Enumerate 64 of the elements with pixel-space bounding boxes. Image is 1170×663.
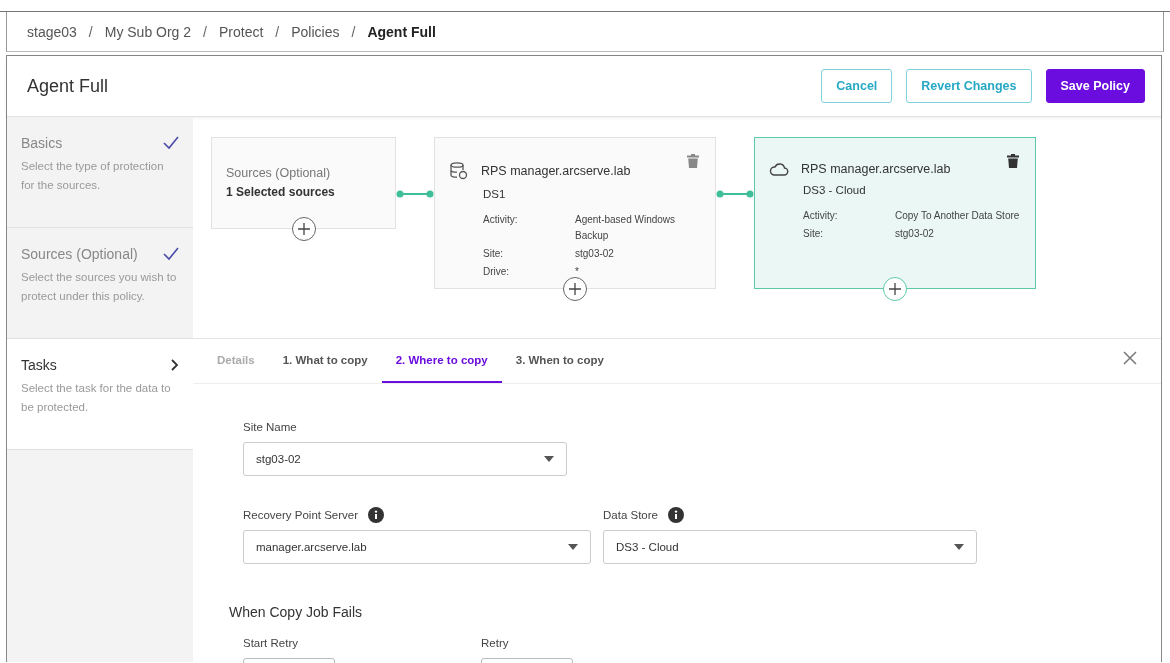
- detail-label: Site:: [803, 227, 824, 241]
- breadcrumb-item[interactable]: Policies: [291, 23, 340, 40]
- step-title: Tasks: [21, 357, 57, 373]
- cloud-icon: [769, 162, 789, 176]
- card-subtitle: 1 Selected sources: [226, 185, 336, 199]
- detail-value: *: [575, 265, 580, 279]
- plus-icon: [569, 283, 581, 295]
- data-store-dropdown[interactable]: DS3 - Cloud: [603, 530, 977, 564]
- field-label: Data Store: [603, 509, 658, 521]
- plus-icon: [889, 283, 901, 295]
- tab[interactable]: 1. What to copy: [268, 339, 382, 383]
- field-label: Start Retry: [243, 637, 298, 649]
- breadcrumb-separator: /: [88, 23, 93, 40]
- field-label: Recovery Point Server: [243, 509, 359, 521]
- tab[interactable]: 3. When to copy: [501, 339, 618, 383]
- step-title: Basics: [21, 135, 63, 151]
- caret-icon: [954, 544, 964, 550]
- breadcrumb-item: Agent Full: [367, 23, 436, 40]
- info-icon[interactable]: [368, 507, 385, 523]
- card-title: Sources (Optional): [226, 166, 332, 180]
- connector-line: [396, 190, 434, 198]
- step-description: Select the type of protection for the sources.: [21, 159, 165, 193]
- detail-label: Activity:: [483, 213, 519, 227]
- tab[interactable]: 2. Where to copy: [381, 339, 502, 383]
- card-title: RPS manager.arcserve.lab: [801, 162, 951, 176]
- breadcrumb-separator: /: [275, 23, 280, 40]
- trash-icon[interactable]: [1007, 154, 1019, 168]
- breadcrumb-separator: /: [351, 23, 356, 40]
- detail-label: Site:: [483, 247, 504, 261]
- caret-icon: [544, 456, 554, 462]
- data-store-card[interactable]: RPS manager.arcserve.lab DS1 Activity: Agent-based Windows Backup Site: stg03-02 Drive: *: [434, 137, 716, 289]
- breadcrumb-item[interactable]: Protect: [219, 23, 264, 40]
- section-title: When Copy Job Fails: [229, 604, 364, 620]
- card-title: RPS manager.arcserve.lab: [481, 164, 631, 178]
- card-subtitle: DS3 - Cloud: [803, 184, 867, 196]
- connector-line: [716, 190, 754, 198]
- detail-label: Drive:: [483, 265, 511, 279]
- close-icon[interactable]: [1123, 351, 1137, 365]
- add-button[interactable]: [883, 277, 907, 301]
- breadcrumb-item[interactable]: stage03: [27, 23, 77, 40]
- database-icon: [449, 162, 469, 180]
- step-description: Select the sources you wish to protect under this policy.: [21, 270, 178, 304]
- data-store-card[interactable]: RPS manager.arcserve.lab DS3 - Cloud Activity: Copy To Another Data Store Site: stg03-02: [754, 137, 1036, 289]
- add-button[interactable]: [563, 277, 587, 301]
- step-description: Select the task for the data to be protected.: [21, 381, 172, 415]
- detail-label: Activity:: [803, 209, 839, 223]
- site-name-dropdown[interactable]: stg03-02: [243, 442, 567, 476]
- breadcrumb-item[interactable]: My Sub Org 2: [104, 23, 192, 40]
- detail-value: stg03-02: [895, 227, 935, 241]
- detail-value: stg03-02: [575, 247, 615, 261]
- page-title: Agent Full: [27, 75, 110, 97]
- field-label: Site Name: [243, 421, 297, 433]
- field-label: Retry: [481, 637, 509, 649]
- server-dropdown[interactable]: manager.arcserve.lab: [243, 530, 591, 564]
- info-icon[interactable]: [668, 507, 684, 523]
- step-item[interactable]: Tasks Select the task for the data to be protected.: [7, 339, 193, 450]
- breadcrumb-separator: /: [203, 23, 207, 40]
- sources-card[interactable]: Sources (Optional) 1 Selected sources: [211, 137, 396, 229]
- step-title: Sources (Optional): [21, 246, 138, 262]
- save-button[interactable]: Save Policy: [1045, 69, 1145, 103]
- detail-value: Copy To Another Data Store: [895, 209, 1021, 223]
- card-subtitle: DS1: [483, 188, 507, 200]
- plus-icon: [297, 223, 310, 235]
- caret-icon: [568, 544, 578, 550]
